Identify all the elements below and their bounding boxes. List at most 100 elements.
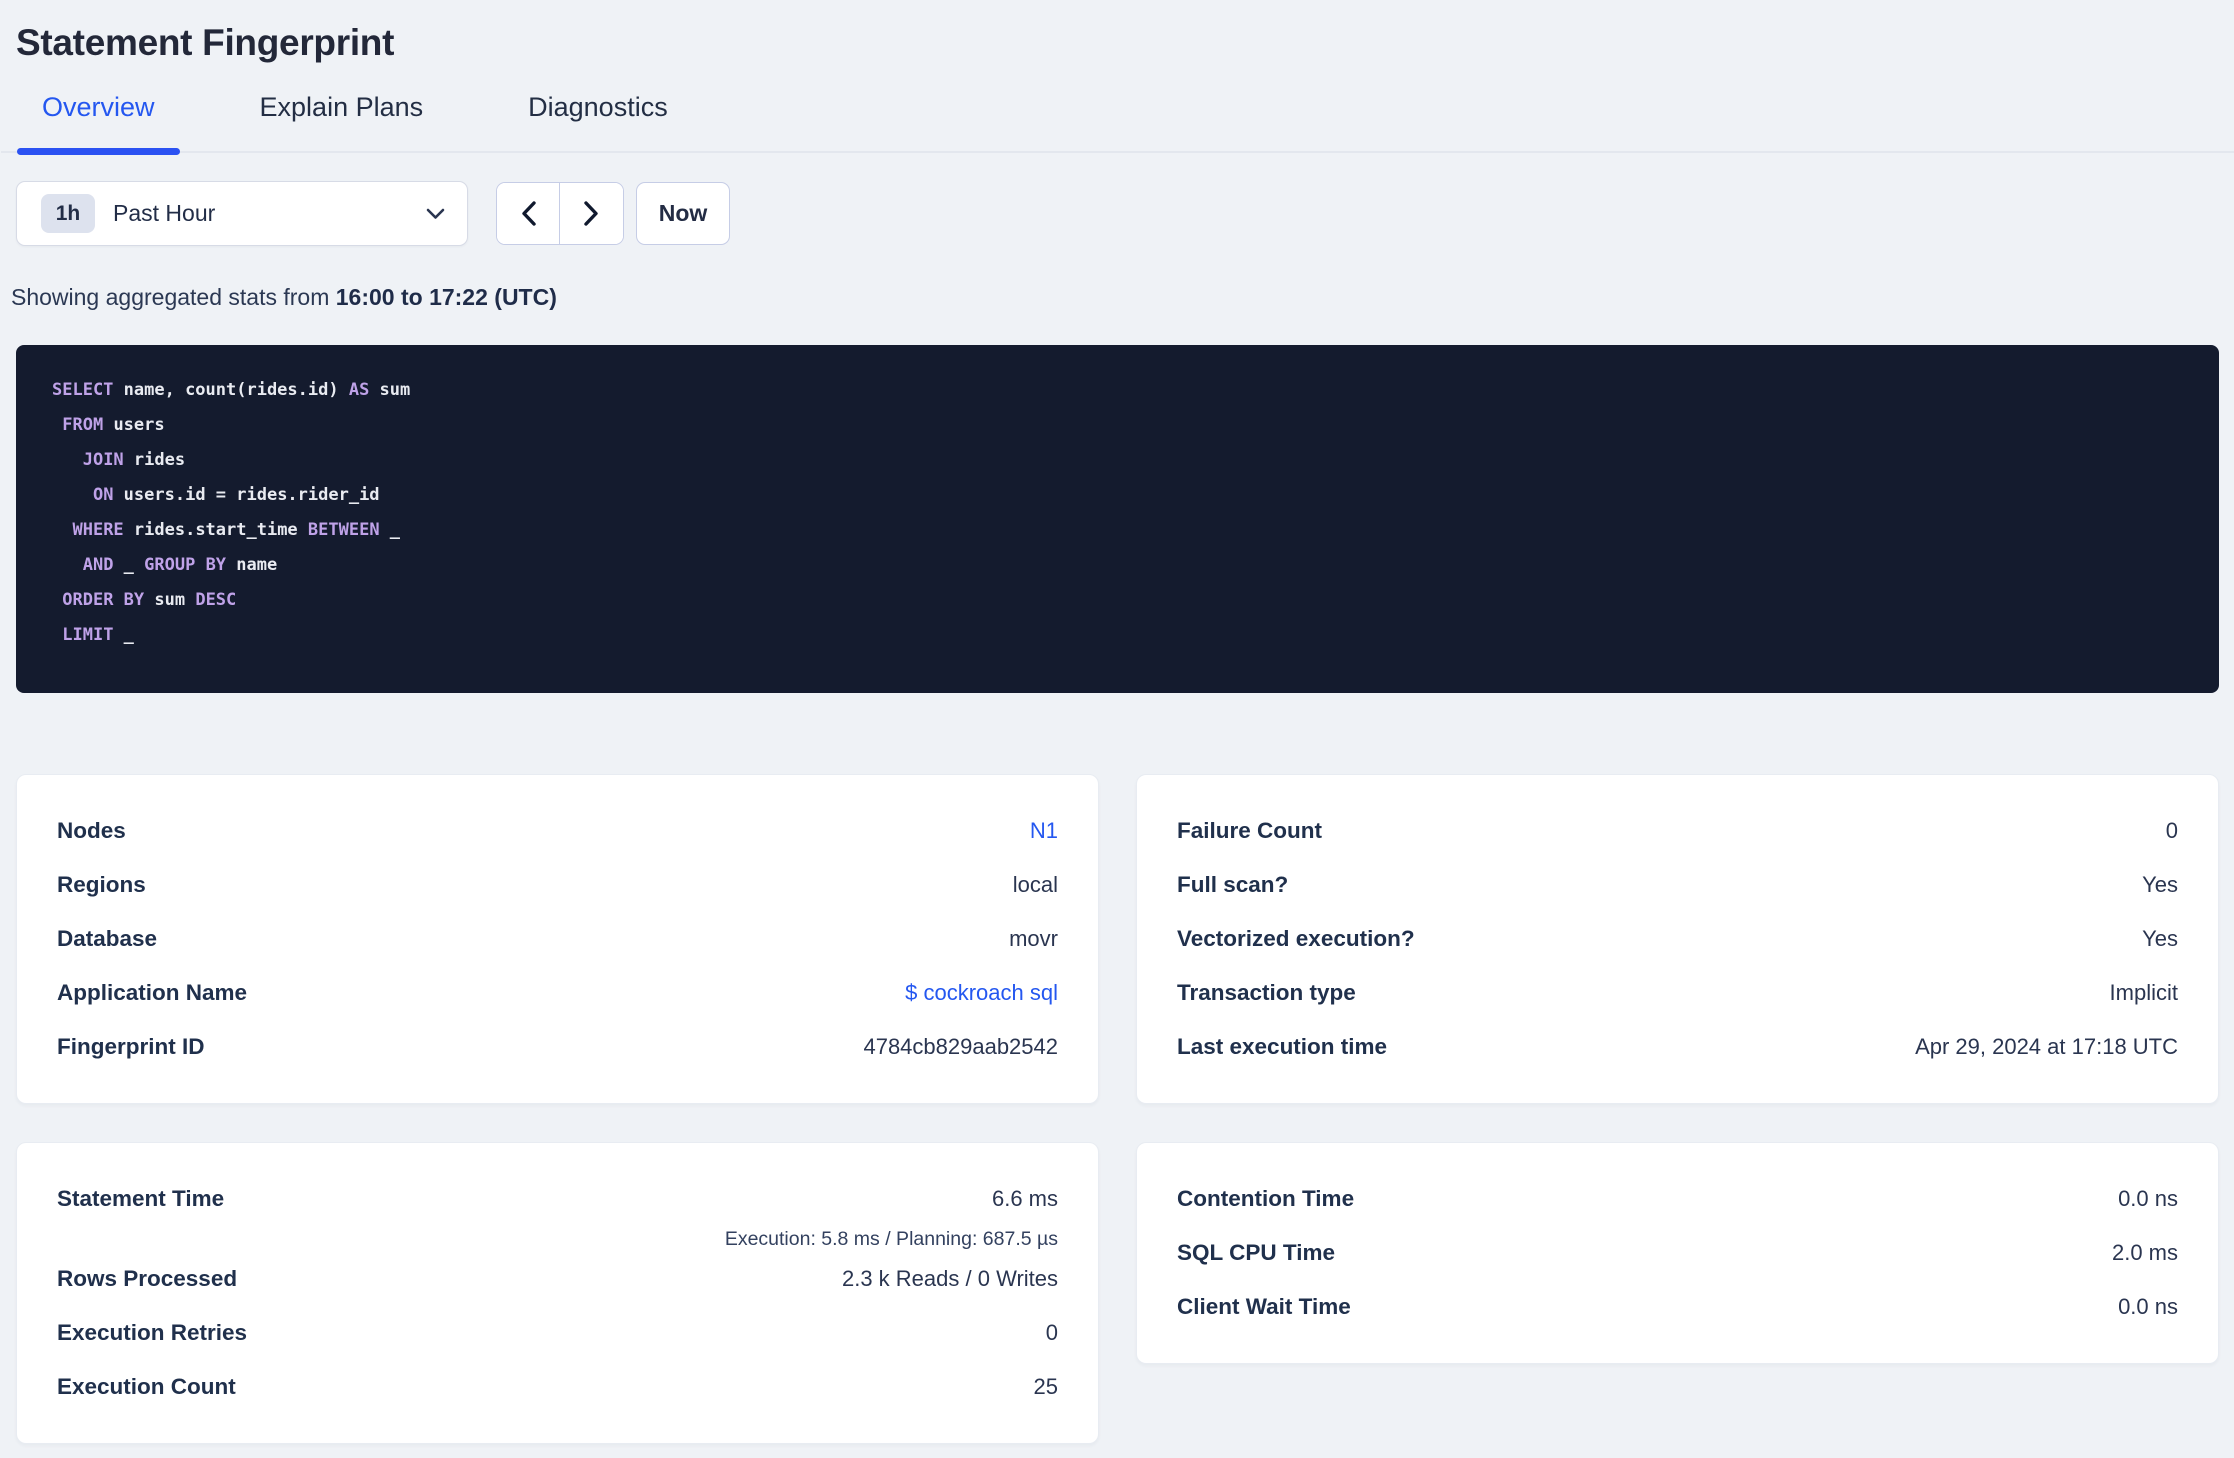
stat-value: 6.6 ms — [991, 1186, 1058, 1211]
stat-label: Transaction type — [1177, 980, 1356, 1005]
time-nav-group — [496, 182, 624, 245]
stat-label: Last execution time — [1177, 1034, 1388, 1059]
statement-fingerprint-page: Statement Fingerprint Overview Explain P… — [0, 0, 2234, 1457]
stat-value-wrap: 4784cb829aab2542 — [863, 1034, 1058, 1060]
summary-prefix: Showing aggregated stats from — [11, 284, 336, 310]
stat-value: 25 — [1033, 1374, 1058, 1399]
now-button[interactable]: Now — [636, 182, 730, 245]
tab-explain-plans[interactable]: Explain Plans — [235, 92, 449, 151]
stat-value: Implicit — [2109, 980, 2178, 1005]
stats-cards: Nodes N1 Regions local Database movr Applicati… — [16, 774, 2219, 1457]
stat-value-link[interactable]: $ cockroach sql — [905, 980, 1058, 1006]
stat-row: Application Name $ cockroach sql — [57, 966, 1058, 1020]
stat-label: Contention Time — [1177, 1186, 1355, 1211]
stat-value: Yes — [2142, 926, 2178, 951]
sql-line: SELECT name, count(rides.id) AS sum — [52, 380, 411, 400]
time-range-picker[interactable]: 1h Past Hour — [16, 181, 468, 246]
stat-value-wrap: movr — [1009, 926, 1058, 952]
card-overview-info: Nodes N1 Regions local Database movr Applicati… — [16, 774, 1099, 1104]
time-toolbar: 1h Past Hour Now — [16, 181, 2219, 246]
stat-value-wrap: $ cockroach sql — [905, 980, 1058, 1006]
stat-value-detail: Execution: 5.8 ms / Planning: 687.5 µs — [724, 1228, 1058, 1250]
stat-row: Transaction type Implicit — [1177, 966, 2178, 1020]
prev-range-button[interactable] — [497, 183, 560, 244]
stat-row: Vectorized execution? Yes — [1177, 912, 2178, 966]
stat-value: local — [1012, 872, 1058, 897]
stat-value-wrap: 0.0 ns — [2118, 1294, 2178, 1320]
stat-label: Vectorized execution? — [1177, 926, 1415, 951]
tab-diagnostics[interactable]: Diagnostics — [503, 92, 693, 151]
stat-label: Database — [57, 926, 158, 951]
stat-value-wrap: N1 — [1030, 818, 1058, 844]
stat-value: 0 — [1045, 1320, 1058, 1345]
time-range-label: Past Hour — [113, 200, 216, 226]
stat-row: Regions local — [57, 858, 1058, 912]
chevron-right-icon — [584, 201, 598, 226]
stat-label: Fingerprint ID — [57, 1034, 205, 1059]
stat-value-wrap: Apr 29, 2024 at 17:18 UTC — [1915, 1034, 2178, 1060]
stat-value-wrap: 0 — [2166, 818, 2178, 844]
tab-bar: Overview Explain Plans Diagnostics — [1, 92, 2234, 155]
sql-line: ORDER BY sum DESC — [62, 590, 237, 610]
stat-label: Execution Count — [57, 1374, 236, 1399]
tab-overview-label: Overview — [42, 92, 155, 122]
stat-row: Execution Count 25 — [57, 1360, 1058, 1414]
tab-explain-plans-label: Explain Plans — [259, 92, 424, 122]
stat-label: Regions — [57, 872, 146, 897]
sql-line: AND _ GROUP BY name — [82, 555, 278, 575]
stat-label: Failure Count — [1177, 818, 1322, 843]
stat-value-wrap: 2.0 ms — [2112, 1240, 2178, 1266]
tab-overview[interactable]: Overview — [17, 92, 180, 155]
card-statement-timing: Statement Time 6.6 ms Execution: 5.8 ms / … — [16, 1142, 1099, 1444]
stat-row: Nodes N1 — [57, 804, 1058, 858]
stat-value: Apr 29, 2024 at 17:18 UTC — [1915, 1034, 2178, 1059]
sql-line: FROM users — [62, 415, 165, 435]
stat-row: Last execution time Apr 29, 2024 at 17:18… — [1177, 1020, 2178, 1074]
stat-row: Fingerprint ID 4784cb829aab2542 — [57, 1020, 1058, 1074]
stat-value-wrap: Implicit — [2110, 980, 2178, 1006]
sql-line: ON users.id = rides.rider_id — [92, 485, 380, 505]
stat-row: Rows Processed 2.3 k Reads / 0 Writes — [57, 1252, 1058, 1306]
stat-value: 0 — [2165, 818, 2178, 843]
summary-range: 16:00 to 17:22 (UTC) — [335, 284, 557, 310]
stat-value: movr — [1009, 926, 1058, 951]
stat-row: Statement Time 6.6 ms Execution: 5.8 ms / … — [57, 1172, 1058, 1252]
sql-line: WHERE rides.start_time BETWEEN _ — [72, 520, 401, 540]
stat-value: 4784cb829aab2542 — [863, 1034, 1058, 1059]
tab-diagnostics-label: Diagnostics — [528, 92, 668, 122]
stat-value: 0.0 ns — [2118, 1294, 2178, 1319]
page-title: Statement Fingerprint — [16, 22, 395, 63]
stat-row: SQL CPU Time 2.0 ms — [1177, 1226, 2178, 1280]
stat-row: Client Wait Time 0.0 ns — [1177, 1280, 2178, 1334]
stat-label: Execution Retries — [57, 1320, 248, 1345]
stat-value-wrap: 0 — [1046, 1320, 1058, 1346]
stat-value-wrap: local — [1013, 872, 1058, 898]
stat-label: Full scan? — [1177, 872, 1289, 897]
stat-value: 2.0 ms — [2111, 1240, 2178, 1265]
sql-line: JOIN rides — [82, 450, 186, 470]
chevron-down-icon — [426, 208, 445, 219]
next-range-button[interactable] — [560, 183, 623, 244]
stat-label: Client Wait Time — [1177, 1294, 1351, 1319]
time-range-badge: 1h — [41, 194, 95, 233]
stat-value-wrap: 0.0 ns — [2118, 1186, 2178, 1212]
stat-value: 2.3 k Reads / 0 Writes — [841, 1266, 1058, 1291]
stat-value: 0.0 ns — [2118, 1186, 2178, 1211]
stat-value-wrap: Yes — [2142, 872, 2178, 898]
stat-label: SQL CPU Time — [1177, 1240, 1335, 1265]
stat-value-wrap: Yes — [2142, 926, 2178, 952]
chevron-left-icon — [521, 201, 536, 226]
stat-row: Failure Count 0 — [1177, 804, 2178, 858]
sql-line: LIMIT _ — [62, 625, 134, 645]
stat-label: Statement Time — [57, 1186, 225, 1211]
stat-label: Application Name — [57, 980, 248, 1005]
card-execution-attributes: Failure Count 0 Full scan? Yes Vectorized ex… — [1136, 774, 2219, 1104]
stat-row: Execution Retries 0 — [57, 1306, 1058, 1360]
stat-row: Database movr — [57, 912, 1058, 966]
stat-value-link[interactable]: N1 — [1030, 818, 1058, 844]
card-wait-times: Contention Time 0.0 ns SQL CPU Time 2.0 ms C… — [1136, 1142, 2219, 1364]
stat-label: Rows Processed — [57, 1266, 238, 1291]
stat-label: Nodes — [57, 818, 126, 843]
stat-row: Full scan? Yes — [1177, 858, 2178, 912]
stat-value-wrap: 25 — [1034, 1374, 1058, 1400]
